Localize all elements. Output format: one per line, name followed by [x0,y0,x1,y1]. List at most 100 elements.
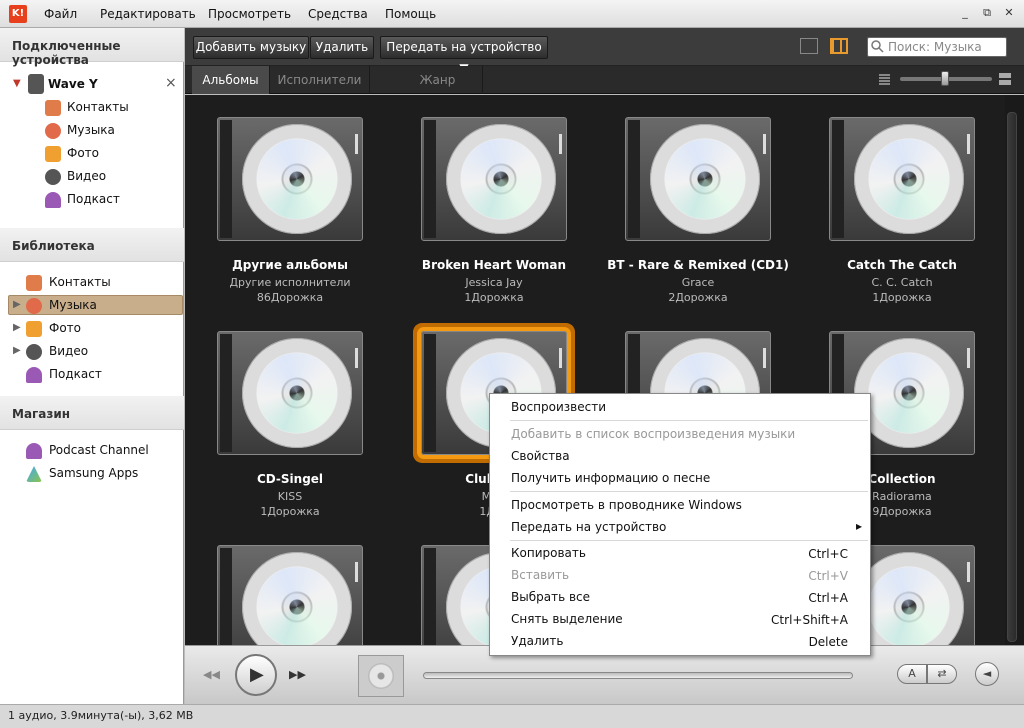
device-item-contacts[interactable]: Контакты [67,97,129,117]
album-tile[interactable]: BT - Rare & Remixed (CD1) Grace 2Дорожка [593,95,789,304]
context-select-all[interactable]: Выбрать все [511,590,851,604]
send-to-device-button[interactable]: Передать на устройство ▼ [380,36,548,75]
album-tile[interactable] [185,523,375,645]
submenu-arrow-icon: ▸ [855,519,862,533]
music-icon [26,298,42,314]
zoom-slider-thumb[interactable] [941,71,949,86]
album-artist: KISS [277,490,303,503]
album-artist: Jessica Jay [465,276,523,289]
shortcut-select-all: Ctrl+A [808,591,848,605]
store-item-podcast-channel[interactable]: Podcast Channel [49,440,149,460]
playback-progress-bar[interactable] [423,672,853,679]
cd-case-icon [421,117,567,241]
album-tile[interactable]: CD-Singel KISS 1Дорожка [185,309,375,518]
library-item-photo[interactable]: Фото [49,318,81,338]
album-tracks: 1Дорожка [464,291,524,304]
library-item-video[interactable]: Видео [49,341,88,361]
chevron-down-icon[interactable]: ▼ [13,78,21,89]
menu-view[interactable]: Просмотреть [208,7,291,21]
menu-file[interactable]: Файл [44,7,77,21]
device-item-video[interactable]: Видео [67,166,106,186]
search-input[interactable]: Поиск: Музыка [867,37,1007,57]
menu-edit[interactable]: Редактировать [100,7,196,21]
menu-help[interactable]: Помощь [385,7,436,21]
menubar: K! Файл Редактировать Просмотреть Средст… [0,0,1024,28]
cd-disc-icon [854,124,964,234]
context-send-to-device[interactable]: Передать на устройство [511,520,851,534]
search-icon [871,40,884,53]
store-item-samsung-apps[interactable]: Samsung Apps [49,463,138,483]
now-playing-art [358,655,404,697]
tab-genre[interactable]: Жанр [393,66,483,94]
device-item-music[interactable]: Музыка [67,120,115,140]
scrollbar-thumb[interactable] [1007,112,1017,642]
grid-view-icon[interactable] [830,38,848,54]
cd-disc-icon [446,124,556,234]
contacts-icon [26,275,42,291]
add-music-button[interactable]: Добавить музыку [193,36,309,59]
cd-case-icon [217,117,363,241]
device-close-icon[interactable]: × [165,73,177,93]
store-header: Магазин [0,396,184,430]
library-item-music[interactable]: Музыка [49,295,97,315]
context-copy[interactable]: Копировать [511,546,851,560]
play-button[interactable]: ▶ [235,654,277,696]
context-delete[interactable]: Удалить [511,634,851,648]
menu-separator [510,491,868,492]
shortcut-deselect: Ctrl+Shift+A [771,613,848,627]
delete-button[interactable]: Удалить [310,36,374,59]
chevron-right-icon[interactable]: ▶ [13,322,21,333]
next-button[interactable]: ▶▶ [289,668,306,681]
shortcut-paste: Ctrl+V [808,569,848,583]
album-title: Broken Heart Woman [421,258,567,272]
album-title: Другие альбомы [232,258,348,272]
shuffle-icon[interactable]: ⇄ [927,664,957,684]
cd-disc-icon [242,124,352,234]
app-logo: K! [9,5,27,23]
minimize-button[interactable]: _ [958,6,972,20]
small-thumbnails-icon[interactable] [879,74,890,85]
music-icon [45,123,61,139]
album-artist: Grace [681,276,715,289]
album-tracks: 86Дорожка [256,291,324,304]
context-play[interactable]: Воспроизвести [511,400,851,414]
list-view-icon[interactable] [800,38,818,54]
main-toolbar: Добавить музыку Удалить Передать на устр… [185,28,1024,75]
chevron-right-icon[interactable]: ▶ [13,299,21,310]
album-tile[interactable]: Broken Heart Woman Jessica Jay 1Дорожка [389,95,579,304]
podcast-icon [26,367,42,383]
context-paste[interactable]: Вставить [511,568,851,582]
volume-icon[interactable]: ◄ [975,662,999,686]
tab-albums[interactable]: Альбомы [192,66,270,94]
album-tile[interactable]: Catch The Catch C. C. Catch 1Дорожка [797,95,987,304]
context-properties[interactable]: Свойства [511,449,851,463]
menu-tools[interactable]: Средства [308,7,368,21]
previous-button[interactable]: ◀◀ [203,668,220,681]
library-item-contacts[interactable]: Контакты [49,272,111,292]
album-tracks: 2Дорожка [668,291,728,304]
menu-separator [510,420,868,421]
restore-button[interactable]: ⧉ [980,6,994,20]
cd-disc-icon [242,552,352,645]
menu-separator [510,540,868,541]
podcast-channel-icon [26,443,42,459]
close-window-button[interactable]: ✕ [1002,6,1016,20]
repeat-icon[interactable]: A [897,664,927,684]
tab-artists[interactable]: Исполнители [270,66,370,94]
shortcut-delete: Delete [808,635,848,649]
contacts-icon [45,100,61,116]
device-item-podcast[interactable]: Подкаст [67,189,120,209]
large-thumbnails-icon[interactable] [999,73,1011,85]
device-name[interactable]: Wave Y [48,74,98,94]
photo-icon [26,321,42,337]
album-tile[interactable]: Другие альбомы Другие исполнители 86Доро… [185,95,375,304]
album-title: BT - Rare & Remixed (CD1) [607,258,789,272]
chevron-right-icon[interactable]: ▶ [13,345,21,356]
device-item-photo[interactable]: Фото [67,143,99,163]
context-get-info[interactable]: Получить информацию о песне [511,471,851,485]
library-header: Библиотека [0,228,184,262]
context-explorer[interactable]: Просмотреть в проводнике Windows [511,498,851,512]
context-add-to-playlist[interactable]: Добавить в список воспроизведения музыки [511,427,851,441]
library-item-podcast[interactable]: Подкаст [49,364,102,384]
photo-icon [45,146,61,162]
